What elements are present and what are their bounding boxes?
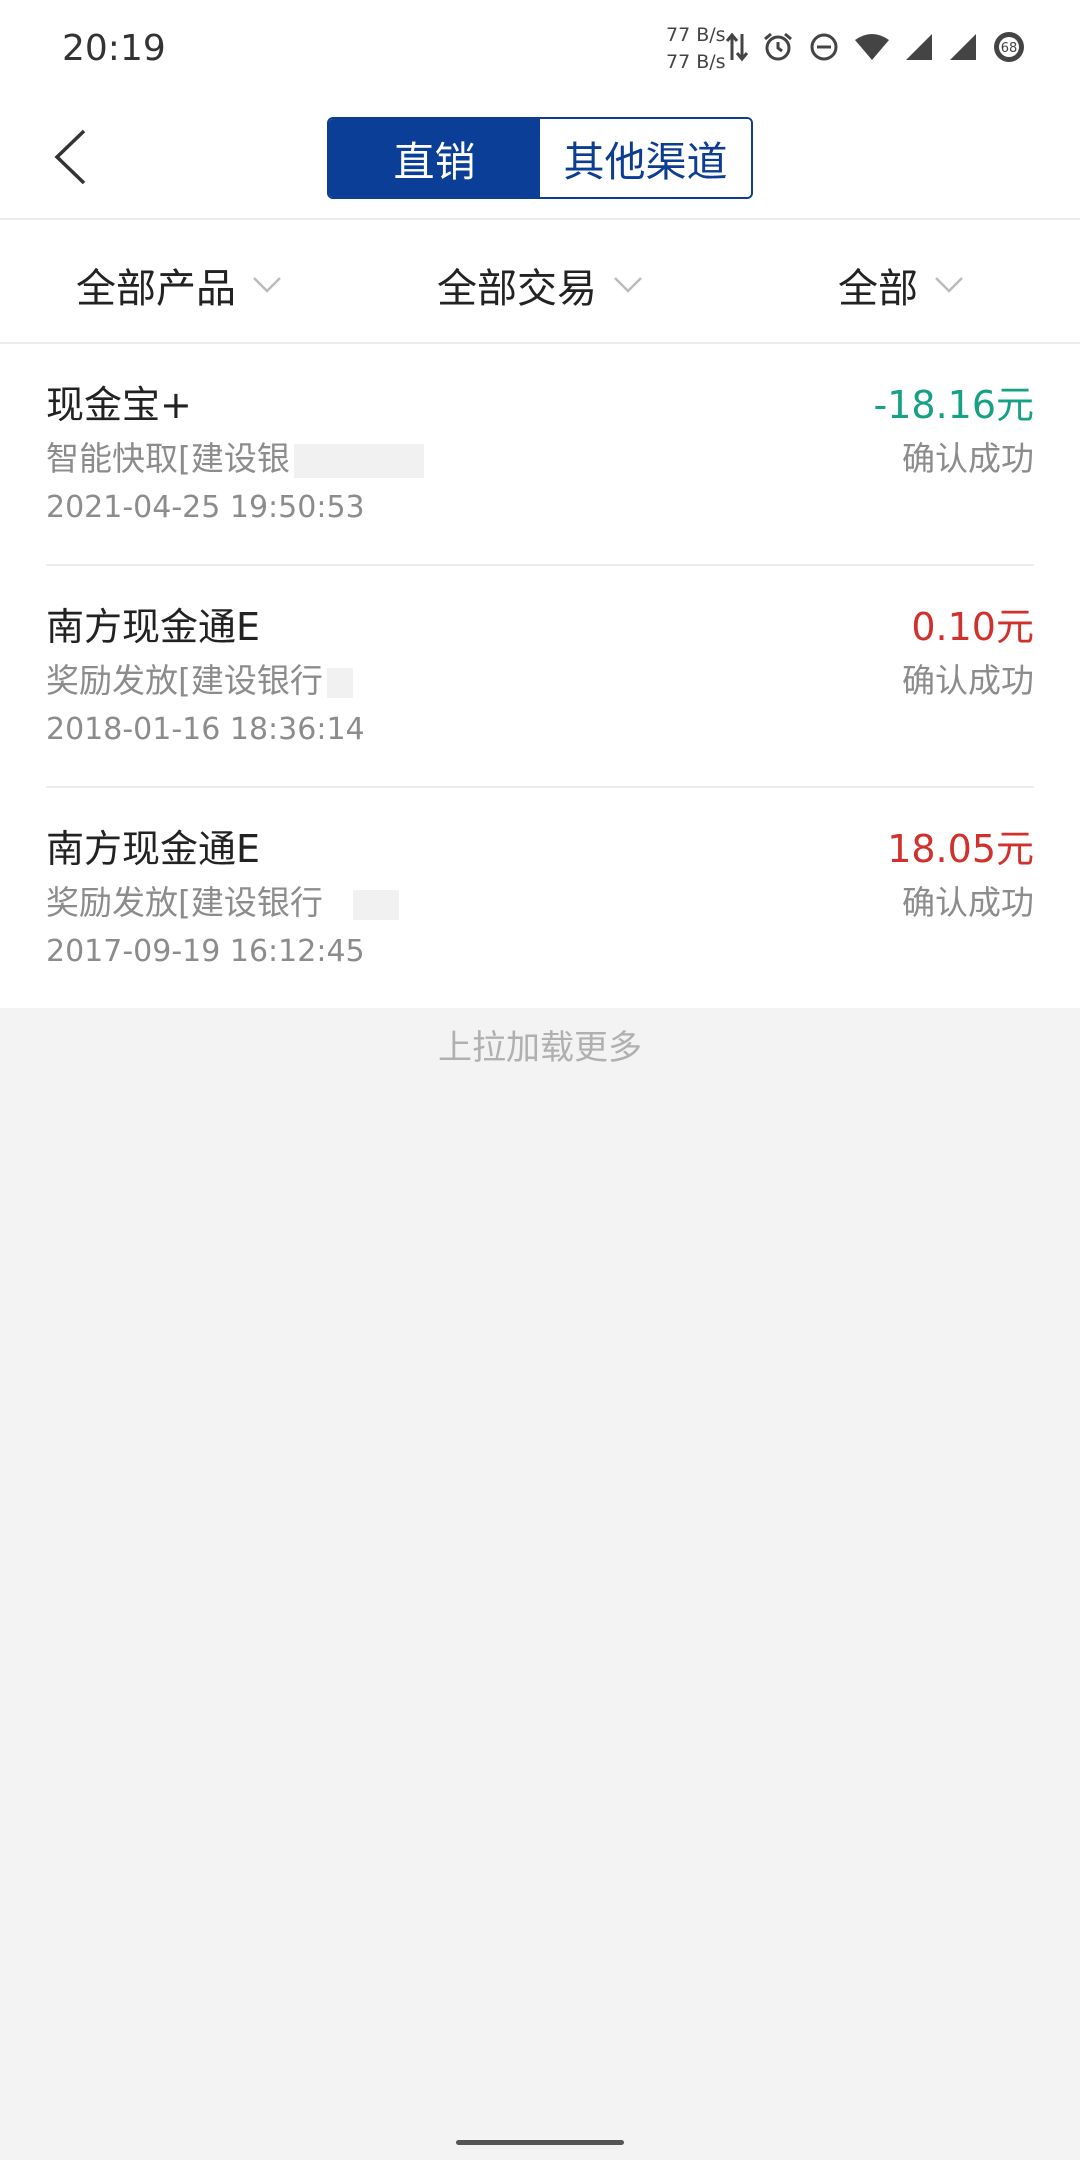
chevron-down-icon xyxy=(613,276,643,294)
transaction-list: 现金宝+ 智能快取[建设银 2021-04-25 19:50:53 -18.16… xyxy=(0,344,1080,1010)
transaction-detail-text: 奖励发放[建设银行 xyxy=(46,661,323,700)
nav-bar: 直销 其他渠道 xyxy=(0,96,1080,220)
wifi-icon xyxy=(854,32,890,62)
transaction-amount: 0.10元 xyxy=(911,605,1034,649)
filter-product-label: 全部产品 xyxy=(76,266,236,312)
signal-icon-2 xyxy=(948,32,978,62)
back-button[interactable] xyxy=(40,124,100,194)
transaction-detail: 智能快取[建设银 xyxy=(46,432,424,480)
transaction-status: 确认成功 xyxy=(902,439,1034,478)
filter-status-label: 全部 xyxy=(838,266,918,312)
signal-icon xyxy=(904,32,934,62)
transaction-date: 2017-09-19 16:12:45 xyxy=(46,934,365,969)
network-speed-down: 77 B/s xyxy=(666,51,726,73)
status-bar: 20:19 77 B/s 77 B/s 68 xyxy=(0,0,1080,96)
transaction-detail-text: 智能快取[建设银 xyxy=(46,439,290,478)
transaction-status: 确认成功 xyxy=(902,661,1034,700)
filter-status[interactable]: 全部 xyxy=(838,256,964,314)
chevron-down-icon xyxy=(252,276,282,294)
status-icons: 68 xyxy=(726,26,1026,68)
alarm-icon xyxy=(762,31,794,63)
transaction-amount: 18.05元 xyxy=(887,827,1034,871)
transaction-detail: 奖励发放[建设银行 xyxy=(46,876,399,924)
transaction-detail: 奖励发放[建设银行 xyxy=(46,654,353,702)
fund-name: 南方现金通E xyxy=(46,605,261,649)
battery-level: 68 xyxy=(1001,41,1018,56)
filter-product[interactable]: 全部产品 xyxy=(76,256,282,314)
transaction-detail-text: 奖励发放[建设银行 xyxy=(46,883,323,922)
status-time: 20:19 xyxy=(62,28,166,69)
network-speed-up: 77 B/s xyxy=(666,24,726,46)
chevron-left-icon xyxy=(52,128,88,190)
transaction-row[interactable]: 南方现金通E 奖励发放[建设银行 2018-01-16 18:36:14 0.1… xyxy=(46,566,1034,788)
transaction-amount: -18.16元 xyxy=(873,383,1035,427)
network-speed: 77 B/s 77 B/s xyxy=(666,22,726,76)
battery-icon: 68 xyxy=(992,30,1026,64)
fund-name: 现金宝+ xyxy=(46,383,192,427)
tab-other-channels[interactable]: 其他渠道 xyxy=(540,119,751,197)
redacted-mark xyxy=(326,667,353,698)
filter-bar: 全部产品 全部交易 全部 xyxy=(0,220,1080,344)
redacted-mark xyxy=(352,889,399,920)
transaction-row[interactable]: 现金宝+ 智能快取[建设银 2021-04-25 19:50:53 -18.16… xyxy=(46,344,1034,566)
filter-transaction[interactable]: 全部交易 xyxy=(437,256,643,314)
redacted-mark xyxy=(293,443,424,478)
transaction-row[interactable]: 南方现金通E 奖励发放[建设银行 2017-09-19 16:12:45 18.… xyxy=(46,788,1034,1010)
transaction-date: 2021-04-25 19:50:53 xyxy=(46,490,365,525)
data-arrows-icon xyxy=(726,30,748,64)
dnd-icon xyxy=(808,31,840,63)
filter-transaction-label: 全部交易 xyxy=(437,266,597,312)
channel-segmented-control: 直销 其他渠道 xyxy=(327,117,753,199)
tab-direct-sale[interactable]: 直销 xyxy=(329,119,540,197)
transaction-status: 确认成功 xyxy=(902,883,1034,922)
load-more-hint: 上拉加载更多 xyxy=(438,1028,642,1068)
chevron-down-icon xyxy=(934,276,964,294)
home-indicator[interactable] xyxy=(456,2140,624,2145)
fund-name: 南方现金通E xyxy=(46,827,261,871)
transaction-date: 2018-01-16 18:36:14 xyxy=(46,712,365,747)
